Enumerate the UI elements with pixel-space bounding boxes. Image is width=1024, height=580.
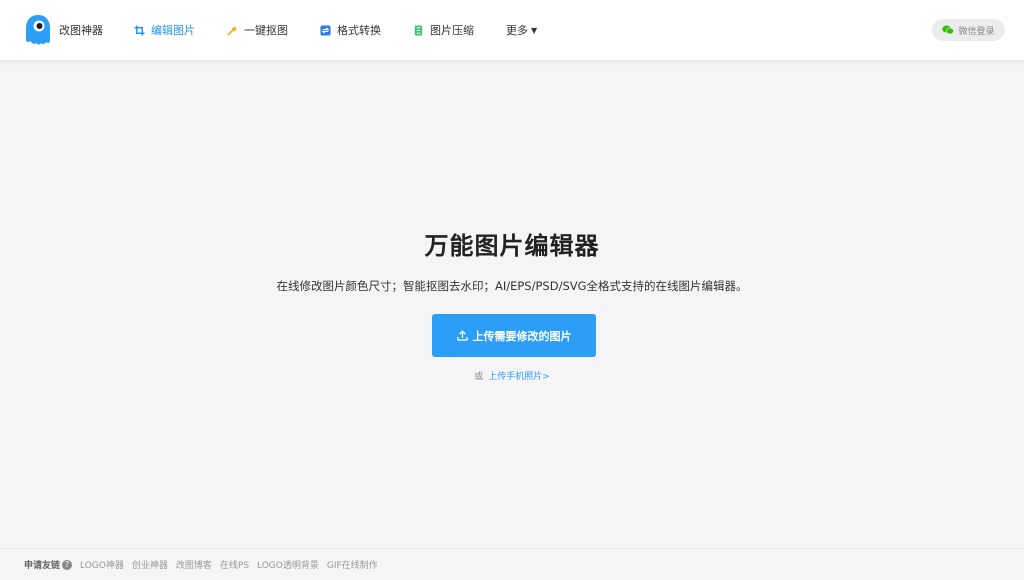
upload-image-label: 上传需要修改的图片 xyxy=(472,329,572,343)
nav-more[interactable]: 更多 ▼ xyxy=(506,0,537,60)
footer-link[interactable]: 改图博客 xyxy=(176,558,212,571)
wechat-icon xyxy=(942,25,955,35)
nav-edit-image[interactable]: 编辑图片 xyxy=(134,0,195,60)
main-nav: 编辑图片 一键抠图 格式转换 图片压缩 更多 ▼ xyxy=(134,0,569,60)
convert-icon xyxy=(320,24,331,36)
compress-icon xyxy=(414,24,423,36)
upload-image-button[interactable]: 上传需要修改的图片 xyxy=(432,314,596,357)
brand[interactable]: 改图神器 xyxy=(22,13,103,47)
nav-cutout-label: 一键抠图 xyxy=(244,24,288,37)
wechat-login-button[interactable]: 微信登录 xyxy=(932,19,1005,41)
footer-label: 申请友链 xyxy=(24,561,61,571)
help-icon[interactable]: ? xyxy=(62,559,73,570)
nav-compress[interactable]: 图片压缩 xyxy=(413,0,474,60)
upload-mobile-link[interactable]: 上传手机照片> xyxy=(488,372,550,382)
ghost-logo-icon xyxy=(26,15,50,45)
page-subtitle: 在线修改图片颜色尺寸；智能抠图去水印；AI/EPS/PSD/SVG全格式支持的在… xyxy=(276,279,748,293)
upload-icon xyxy=(456,330,468,341)
footer-link[interactable]: LOGO神器 xyxy=(80,558,124,571)
crop-icon xyxy=(134,24,145,36)
footer-link[interactable]: LOGO透明背景 xyxy=(257,558,319,571)
page-title: 万能图片编辑器 xyxy=(424,232,600,260)
nav-format-convert-label: 格式转换 xyxy=(337,24,381,37)
nav-more-label: 更多 xyxy=(506,24,528,37)
footer-links: 申请友链 ? LOGO神器 创业神器 改图博客 在线PS LOGO透明背景 GI… xyxy=(24,558,386,571)
or-text: 或 xyxy=(474,372,484,382)
nav-compress-label: 图片压缩 xyxy=(430,24,474,37)
magic-wand-icon xyxy=(227,25,238,36)
footer: 申请友链 ? LOGO神器 创业神器 改图博客 在线PS LOGO透明背景 GI… xyxy=(0,548,1024,580)
nav-cutout[interactable]: 一键抠图 xyxy=(227,0,288,60)
brand-name: 改图神器 xyxy=(59,24,103,37)
footer-link[interactable]: GIF在线制作 xyxy=(327,558,378,571)
footer-link[interactable]: 创业神器 xyxy=(132,558,168,571)
nav-format-convert[interactable]: 格式转换 xyxy=(320,0,381,60)
footer-link[interactable]: 在线PS xyxy=(220,558,249,571)
caret-down-icon: ▼ xyxy=(531,25,538,35)
nav-edit-image-label: 编辑图片 xyxy=(151,24,195,37)
login-label: 微信登录 xyxy=(958,26,995,37)
top-navbar: 改图神器 编辑图片 一键抠图 格式转换 图片压缩 更多 ▼ 微信登录 xyxy=(0,0,1024,61)
mobile-upload-line: 或上传手机照片> xyxy=(0,369,1024,382)
